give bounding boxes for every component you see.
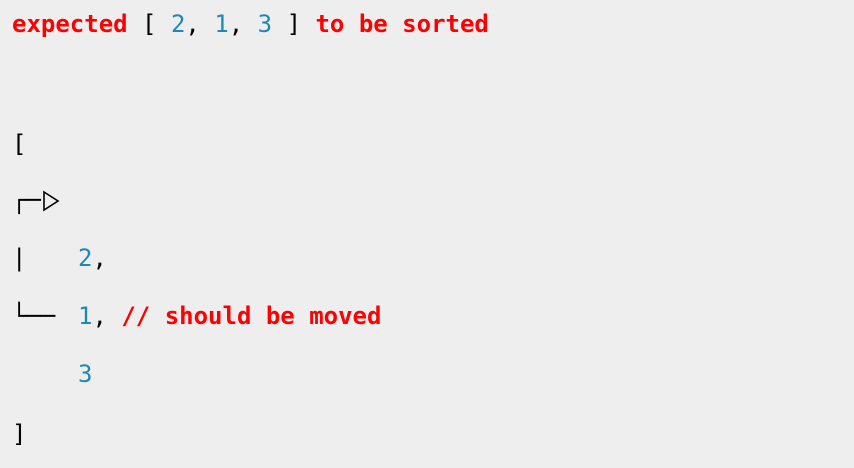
header-separator: , xyxy=(185,10,200,38)
open-bracket-text: [ xyxy=(12,130,27,158)
header-value: 1 xyxy=(214,10,229,38)
arrow-corner-bottom: └── xyxy=(12,302,56,330)
diff-item-trail: , xyxy=(92,302,107,330)
error-prefix: expected xyxy=(12,10,128,38)
header-value: 2 xyxy=(170,10,186,38)
diff-row-moved: └── 1, // should be moved xyxy=(12,302,381,330)
diff-item-value: 1 xyxy=(78,302,93,330)
diff-item-trail: , xyxy=(92,244,107,272)
error-suffix: to be sorted xyxy=(315,10,489,38)
diff-item-value: 3 xyxy=(78,360,93,388)
diff-open-bracket: [ xyxy=(12,130,26,158)
diff-close-bracket: ] xyxy=(12,420,26,448)
header-close-bracket: ] xyxy=(286,10,302,38)
diff-row: | 2, xyxy=(12,244,107,272)
diff-item-value: 2 xyxy=(78,244,93,272)
diff-arrow-top: ┌─ xyxy=(12,186,61,214)
close-bracket-text: ] xyxy=(12,420,27,448)
arrow-corner-top: ┌─ xyxy=(12,186,41,214)
diff-row: 3 xyxy=(12,360,92,388)
move-comment: // should be moved xyxy=(121,302,382,330)
error-message: expected [ 2, 1, 3 ] to be sorted xyxy=(12,10,489,38)
triangle-right-outline-icon xyxy=(43,190,60,212)
arrow-vertical-bar: | xyxy=(12,244,27,272)
header-open-bracket: [ xyxy=(142,10,157,38)
header-separator: , xyxy=(228,10,244,38)
assertion-error-panel: expected [ 2, 1, 3 ] to be sorted [ ┌─ |… xyxy=(0,0,854,468)
header-value: 3 xyxy=(257,10,273,38)
